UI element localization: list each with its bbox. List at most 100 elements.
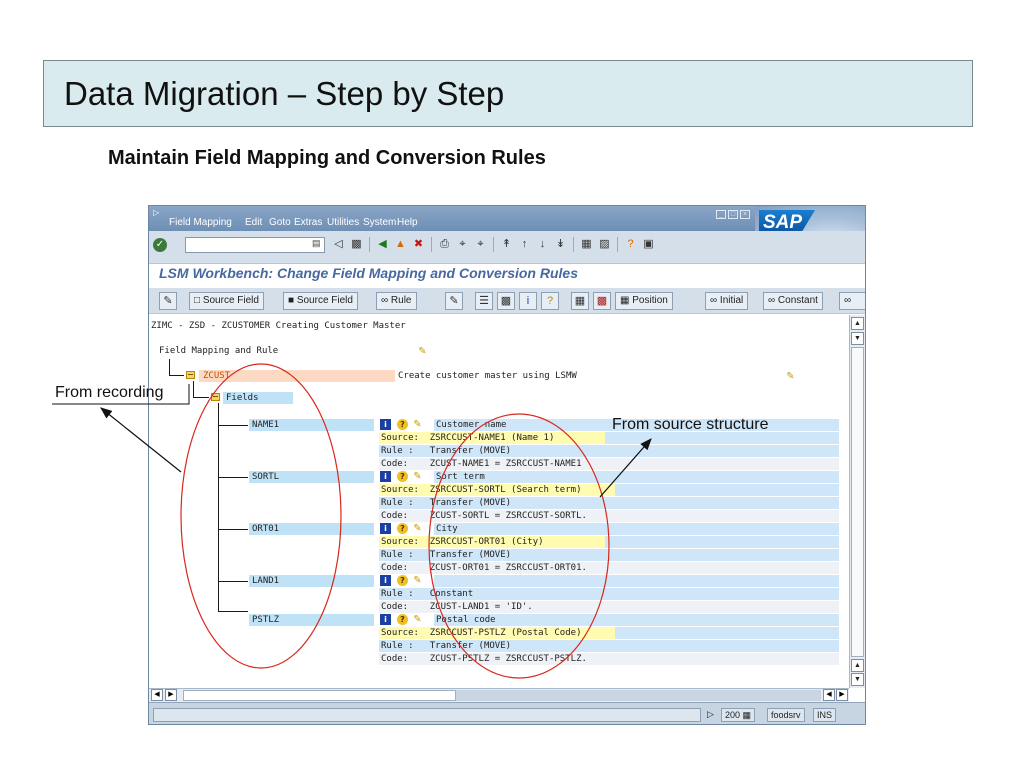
help-icon[interactable]: ? — [623, 237, 638, 252]
pencil-icon[interactable]: ✎ — [412, 471, 423, 482]
exit-icon[interactable]: ▲ — [393, 237, 408, 252]
field-rule: Rule : Transfer (MOVE) — [381, 641, 512, 651]
scroll-down-icon[interactable]: ▼ — [851, 673, 864, 686]
question-icon[interactable]: ? — [541, 292, 559, 310]
rule-button[interactable]: ∞ Rule — [376, 292, 417, 310]
layout-menu-icon[interactable]: ▣ — [641, 237, 656, 252]
back-icon[interactable]: ◀ — [375, 237, 390, 252]
system-info-icon[interactable]: ▦ — [743, 710, 752, 720]
copy-icon[interactable]: ▩ — [497, 292, 515, 310]
help-icon[interactable]: ? — [397, 614, 408, 625]
field-description: Sort term — [436, 472, 485, 482]
pencil-icon[interactable]: ✎ — [785, 371, 796, 382]
display-change-icon[interactable]: ✎ — [159, 292, 177, 310]
hierarchy-icon[interactable]: ☰ — [475, 292, 493, 310]
info-icon[interactable]: i — [519, 292, 537, 310]
menu-goto[interactable]: Goto — [269, 217, 291, 228]
horizontal-scrollbar[interactable]: ◀ ▶ ◀ ▶ — [149, 688, 849, 702]
field-node-ort01[interactable]: ORT01 — [249, 523, 374, 535]
first-page-icon[interactable]: ↟ — [499, 237, 514, 252]
minimize-icon[interactable]: _ — [716, 210, 726, 219]
scroll-down-icon[interactable]: ▼ — [851, 332, 864, 345]
field-node-land1[interactable]: LAND1 — [249, 575, 374, 587]
scroll-up-icon[interactable]: ▲ — [851, 317, 864, 330]
field-node-sortl[interactable]: SORTL — [249, 471, 374, 483]
scroll-right-icon[interactable]: ▶ — [165, 689, 177, 701]
help-icon[interactable]: ? — [397, 471, 408, 482]
fields-node[interactable]: Fields — [223, 392, 293, 404]
save-icon[interactable]: ▩ — [349, 237, 364, 252]
scroll-up-icon[interactable]: ▲ — [851, 659, 864, 672]
vertical-scrollbar[interactable]: ▲ ▼ ▲ ▼ — [849, 315, 865, 688]
command-field[interactable] — [185, 237, 325, 253]
next-page-icon[interactable]: ↓ — [535, 237, 550, 252]
position-button[interactable]: ▦ Position — [615, 292, 673, 310]
back-arrow-icon[interactable]: ◁ — [331, 237, 346, 252]
previous-page-icon[interactable]: ↑ — [517, 237, 532, 252]
structure-folder-icon[interactable] — [186, 371, 195, 379]
field-code: Code: ZCUST-SORTL = ZSRCCUST-SORTL. — [381, 511, 587, 521]
menu-utilities[interactable]: Utilities — [327, 217, 359, 228]
pencil-icon[interactable]: ✎ — [412, 419, 423, 430]
menu-help[interactable]: Help — [397, 217, 418, 228]
field-node-name1[interactable]: NAME1 — [249, 419, 374, 431]
window-menu-icon[interactable]: ▷ — [153, 208, 159, 217]
status-expand-icon[interactable]: ▷ — [704, 708, 717, 722]
toolbar-divider — [431, 237, 432, 252]
initial-button[interactable]: ∞ Initial — [705, 292, 749, 310]
info-icon[interactable]: i — [380, 614, 391, 625]
horizontal-scroll-thumb[interactable] — [183, 690, 456, 701]
status-message — [153, 708, 701, 722]
source-field-button-2[interactable]: ■ Source Field — [283, 292, 358, 310]
help-icon[interactable]: ? — [397, 575, 408, 586]
scroll-left-icon[interactable]: ◀ — [151, 689, 163, 701]
info-icon[interactable]: i — [380, 471, 391, 482]
more-button[interactable]: ∞ — [839, 292, 865, 310]
fields-folder-icon[interactable] — [211, 393, 220, 401]
pencil-icon[interactable]: ✎ — [412, 575, 423, 586]
cancel-icon[interactable]: ✖ — [411, 237, 426, 252]
source-field-button-1[interactable]: □ Source Field — [189, 292, 264, 310]
tree-connector — [218, 477, 248, 478]
scroll-right-icon[interactable]: ▶ — [836, 689, 848, 701]
close-icon[interactable]: × — [740, 210, 750, 219]
pencil-icon[interactable]: ✎ — [417, 346, 428, 357]
field-code: Code: ZCUST-NAME1 = ZSRCCUST-NAME1 — [381, 459, 582, 469]
status-client: 200 ▦ — [721, 708, 756, 722]
scroll-left-icon[interactable]: ◀ — [823, 689, 835, 701]
print-icon[interactable]: ⎙ — [437, 237, 452, 252]
menu-extras[interactable]: Extras — [294, 217, 322, 228]
edit-icon[interactable]: ✎ — [445, 292, 463, 310]
toolbar-divider — [369, 237, 370, 252]
field-rule: Rule : Transfer (MOVE) — [381, 498, 512, 508]
collapse-icon[interactable]: ▩ — [593, 292, 611, 310]
enter-icon[interactable]: ✓ — [153, 238, 167, 252]
standard-toolbar-icons: ◁ ▩ ◀ ▲ ✖ ⎙ ⌖ ⌖ ↟ ↑ ↓ ↡ ▦ ▨ ? ▣ — [331, 237, 656, 252]
horizontal-scroll-track[interactable] — [456, 690, 821, 701]
menu-system[interactable]: System — [363, 217, 396, 228]
field-node-pstlz[interactable]: PSTLZ — [249, 614, 374, 626]
info-icon[interactable]: i — [380, 575, 391, 586]
menu-field-mapping[interactable]: Field Mapping — [169, 217, 232, 228]
find-next-icon[interactable]: ⌖ — [473, 237, 488, 252]
status-mode[interactable]: INS — [813, 708, 837, 722]
expand-icon[interactable]: ▦ — [571, 292, 589, 310]
tree-connector — [218, 403, 219, 611]
info-icon[interactable]: i — [380, 419, 391, 430]
pencil-icon[interactable]: ✎ — [412, 523, 423, 534]
maximize-icon[interactable]: □ — [728, 210, 738, 219]
command-history-icon[interactable]: ▤ — [312, 238, 321, 249]
last-page-icon[interactable]: ↡ — [553, 237, 568, 252]
vertical-scroll-thumb[interactable] — [851, 347, 864, 657]
constant-button[interactable]: ∞ Constant — [763, 292, 823, 310]
structure-name[interactable]: ZCUST — [203, 371, 230, 381]
info-icon[interactable]: i — [380, 523, 391, 534]
standard-toolbar: ✓ ▤ ◁ ▩ ◀ ▲ ✖ ⎙ ⌖ ⌖ ↟ ↑ ↓ ↡ ▦ ▨ ? ▣ — [149, 231, 865, 264]
menu-edit[interactable]: Edit — [245, 217, 262, 228]
help-icon[interactable]: ? — [397, 523, 408, 534]
shortcut-icon[interactable]: ▨ — [597, 237, 612, 252]
pencil-icon[interactable]: ✎ — [412, 614, 423, 625]
new-session-icon[interactable]: ▦ — [579, 237, 594, 252]
find-icon[interactable]: ⌖ — [455, 237, 470, 252]
help-icon[interactable]: ? — [397, 419, 408, 430]
